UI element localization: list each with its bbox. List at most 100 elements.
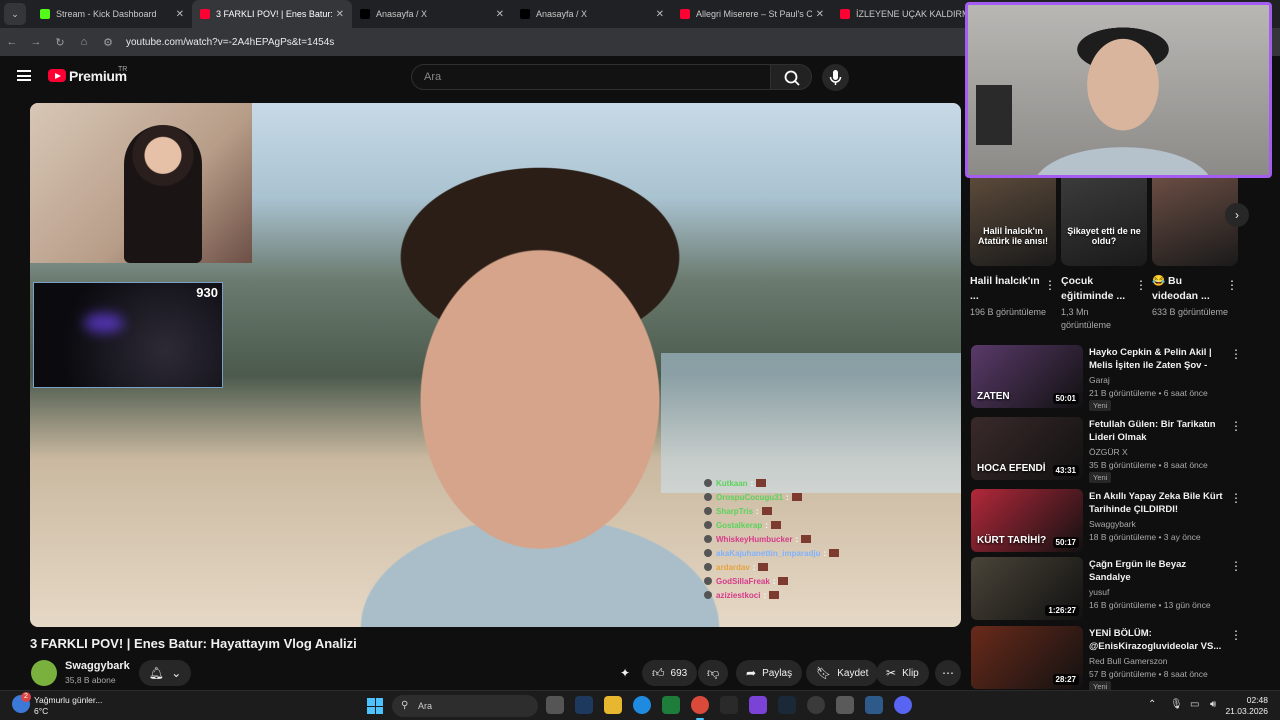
more-vertical-icon[interactable]: ⋮	[1230, 628, 1242, 642]
browser-tab[interactable]: Anasayfa / X ✕	[352, 0, 512, 28]
close-tab-icon[interactable]: ✕	[496, 9, 504, 20]
steam-icon[interactable]	[778, 696, 796, 714]
video-thumbnail[interactable]: 28:27	[971, 626, 1083, 689]
clip-button[interactable]: ✂ Klip	[876, 660, 929, 686]
more-vertical-icon[interactable]: ⋮	[1230, 559, 1242, 573]
channel-name[interactable]: Swaggybark	[1089, 519, 1136, 529]
webcam-person	[1028, 27, 1218, 175]
task-view-icon[interactable]	[546, 696, 564, 714]
browser-tab[interactable]: Allegri Miserere – St Paul's Cat ✕	[672, 0, 832, 28]
dislike-button[interactable]: 👎︎	[698, 660, 728, 686]
recommended-video[interactable]: HOCA EFENDİ 43:31 Fetullah Gülen: Bir Tari…	[971, 417, 1271, 483]
chat-separator: :	[786, 492, 789, 502]
share-button[interactable]: ➦ Paylaş	[736, 660, 803, 686]
more-vertical-icon[interactable]: ⋮	[1230, 347, 1242, 361]
video-thumbnail[interactable]: ZATEN 50:01	[971, 345, 1083, 408]
tab-search-icon[interactable]: ⌄	[4, 3, 26, 25]
hype-button[interactable]: ✦	[620, 660, 640, 686]
site-info-icon[interactable]: ⚙	[96, 36, 120, 49]
channel-name[interactable]: Garaj	[1089, 375, 1110, 385]
save-label: Kaydet	[837, 667, 869, 679]
file-explorer-icon[interactable]	[604, 696, 622, 714]
search-button[interactable]	[770, 64, 812, 90]
recommended-video[interactable]: 1:26:27 Çağn Ergün ile Beyaz Sandalye yusu…	[971, 557, 1271, 621]
url-field[interactable]: youtube.com/watch?v=-2A4hEPAgPs&t=1454s	[126, 37, 334, 48]
video-title[interactable]: YENİ BÖLÜM: @EnisKirazogluvideolar VS...	[1089, 628, 1223, 653]
short-card[interactable]: Halil İnalcık'ın Atatürk ile anısı! Halil…	[970, 178, 1056, 319]
close-tab-icon[interactable]: ✕	[336, 9, 344, 20]
video-player[interactable]: 930 Kutkaan: OrospuCocugu31: SharpTris: Gos…	[30, 103, 961, 627]
home-icon[interactable]: ⌂	[72, 36, 96, 48]
close-tab-icon[interactable]: ✕	[176, 9, 184, 20]
save-button[interactable]: 🔖︎ Kaydet	[806, 660, 879, 686]
forward-icon[interactable]: →	[24, 36, 48, 48]
channel-name[interactable]: ÖZGÜR X	[1089, 447, 1128, 457]
microphone-tray-icon[interactable]: 🎙︎	[1170, 699, 1183, 710]
short-title[interactable]: Halil İnalcık'ın ...	[970, 274, 1042, 304]
channel-name[interactable]: yusuf	[1089, 587, 1109, 597]
chat-message: SharpTris:	[704, 505, 934, 517]
short-thumbnail[interactable]	[1152, 178, 1238, 266]
video-title[interactable]: Fetullah Gülen: Bir Tarikatın Lideri Olm…	[1089, 419, 1223, 444]
widgets-icon[interactable]	[575, 696, 593, 714]
network-icon[interactable]: ▭	[1190, 699, 1199, 710]
video-thumbnail[interactable]: 1:26:27	[971, 557, 1083, 620]
reload-icon[interactable]: ↻	[48, 36, 72, 49]
weather-temp[interactable]: 6°C	[34, 706, 48, 716]
like-button[interactable]: 👍︎ 693	[642, 660, 698, 686]
more-vertical-icon[interactable]: ⋮	[1226, 278, 1238, 292]
app-icon-3[interactable]	[865, 696, 883, 714]
menu-icon[interactable]	[17, 70, 31, 81]
close-tab-icon[interactable]: ✕	[656, 9, 664, 20]
app-icon[interactable]	[749, 696, 767, 714]
video-title[interactable]: En Akıllı Yapay Zeka Bile Kürt Tarihinde…	[1089, 491, 1223, 516]
short-title[interactable]: Çocuk eğitiminde ...	[1061, 274, 1133, 304]
recommended-video[interactable]: ZATEN 50:01 Hayko Cepkin & Pelin Akil | Me…	[971, 345, 1271, 411]
app-icon-2[interactable]	[807, 696, 825, 714]
chat-badge-icon	[704, 535, 712, 543]
close-tab-icon[interactable]: ✕	[816, 9, 824, 20]
chrome-icon[interactable]	[691, 696, 709, 720]
browser-tab[interactable]: Anasayfa / X ✕	[512, 0, 672, 28]
browser-tab[interactable]: Stream - Kick Dashboard ✕	[32, 0, 192, 28]
channel-avatar[interactable]	[31, 660, 57, 686]
video-title[interactable]: Hayko Cepkin & Pelin Akil | Melis İşiten…	[1089, 347, 1223, 372]
volume-icon[interactable]: 🔊︎	[1210, 699, 1216, 710]
windows-start-icon[interactable]	[367, 698, 383, 714]
channel-name[interactable]: Swaggybark	[65, 660, 130, 672]
more-vertical-icon[interactable]: ⋮	[1230, 491, 1242, 505]
settings-icon[interactable]	[836, 696, 854, 714]
channel-name[interactable]: Red Bull Gamerszon	[1089, 656, 1167, 666]
taskbar-time[interactable]: 02:48	[1247, 695, 1268, 705]
more-vertical-icon[interactable]: ⋮	[1135, 278, 1147, 292]
edge-icon[interactable]	[633, 696, 651, 714]
short-thumbnail[interactable]: Şikayet etti de ne oldu?	[1061, 178, 1147, 266]
store-icon[interactable]	[662, 696, 680, 714]
short-title[interactable]: 😂 Bu videodan ...	[1152, 274, 1224, 304]
browser-tab[interactable]: 3 FARKLI POV! | Enes Batur: Hay ✕	[192, 0, 352, 28]
back-icon[interactable]: ←	[0, 36, 24, 48]
search-input[interactable]: Ara	[411, 64, 771, 90]
voice-search-button[interactable]	[822, 64, 849, 91]
chat-username: SharpTris	[716, 506, 753, 516]
obs-icon[interactable]	[720, 696, 738, 714]
recommended-video[interactable]: 28:27 YENİ BÖLÜM: @EnisKirazogluvideolar …	[971, 626, 1271, 692]
weather-title[interactable]: Yağmurlu günler...	[34, 695, 102, 705]
short-thumbnail[interactable]: Halil İnalcık'ın Atatürk ile anısı!	[970, 178, 1056, 266]
short-card[interactable]: Şikayet etti de ne oldu? Çocuk eğitiminde…	[1061, 178, 1147, 332]
more-actions-button[interactable]: ⋯	[935, 660, 961, 686]
more-vertical-icon[interactable]: ⋮	[1230, 419, 1242, 433]
taskbar-search[interactable]: ⚲ Ara	[392, 695, 538, 717]
notification-button[interactable]: 🔔︎ ⌄	[139, 660, 191, 686]
recommended-video[interactable]: KÜRT TARİHİ? 50:17 En Akıllı Yapay Zeka Bi…	[971, 489, 1271, 553]
video-thumbnail[interactable]: KÜRT TARİHİ? 50:17	[971, 489, 1083, 552]
taskbar-date[interactable]: 21.03.2026	[1225, 706, 1268, 716]
youtube-logo-icon[interactable]	[48, 69, 66, 82]
more-vertical-icon[interactable]: ⋮	[1044, 278, 1056, 292]
video-title[interactable]: Çağn Ergün ile Beyaz Sandalye	[1089, 559, 1223, 584]
tray-chevron-icon[interactable]: ⌃	[1148, 699, 1156, 710]
video-thumbnail[interactable]: HOCA EFENDİ 43:31	[971, 417, 1083, 480]
discord-icon[interactable]	[894, 696, 912, 714]
short-card[interactable]: 😂 Bu videodan ... 633 B görüntüleme ⋮	[1152, 178, 1238, 319]
shorts-next-button[interactable]: ›	[1225, 203, 1249, 227]
